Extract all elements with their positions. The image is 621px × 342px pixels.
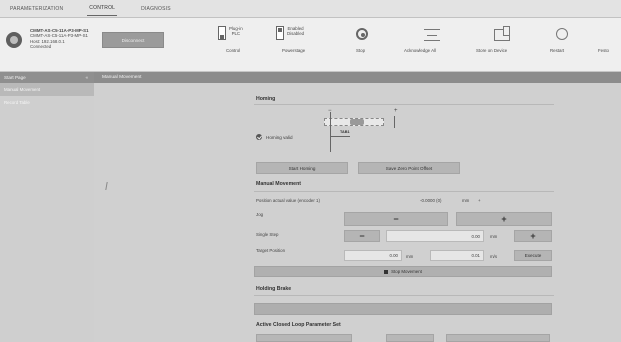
axis-offset-line bbox=[330, 136, 350, 137]
stop-movement-button[interactable]: Stop Movement bbox=[254, 266, 552, 277]
position-unit: mm bbox=[462, 198, 470, 203]
active-closed-loop-title: Active Closed Loop Parameter Set bbox=[256, 322, 341, 328]
homing-title: Homing bbox=[256, 96, 276, 102]
axis-end-line bbox=[394, 116, 395, 128]
axis-diagram: − + TAB1 bbox=[318, 108, 408, 158]
device-info: CMMT-AS-C5-11A-P3-MP-S1 CMMT-AS-C5-11A-P… bbox=[30, 28, 89, 50]
execute-button[interactable]: Execute bbox=[514, 250, 552, 261]
plugin-line2: PLC bbox=[231, 31, 241, 37]
left-panel-header: Start Page « bbox=[0, 72, 94, 83]
jog-minus-button[interactable]: − bbox=[344, 212, 448, 226]
step-size-input[interactable]: 0.00 bbox=[386, 230, 484, 242]
manual-separator bbox=[254, 191, 554, 192]
disconnect-button[interactable]: Disconnect bbox=[102, 32, 164, 48]
device-logo-icon bbox=[6, 32, 22, 48]
acknowledge-all-button[interactable] bbox=[424, 29, 440, 41]
left-item-record-table[interactable]: Record Table bbox=[0, 96, 94, 109]
axis-minus-marker: − bbox=[328, 108, 332, 114]
extra-label: Festo bbox=[598, 48, 609, 53]
collapse-arrow-icon[interactable]: « bbox=[85, 75, 88, 80]
toolbar: CMMT-AS-C5-11A-P3-MP-S1 CMMT-AS-C5-11A-P… bbox=[0, 18, 621, 72]
powerstage-toggle[interactable]: Enabled Disabled bbox=[276, 26, 304, 40]
stop-label: Stop bbox=[356, 48, 366, 53]
stop-square-icon bbox=[384, 269, 389, 274]
store-label: Store on Device bbox=[476, 48, 508, 53]
holding-brake-title: Holding Brake bbox=[256, 286, 292, 292]
powerstage-switch-icon bbox=[276, 26, 284, 40]
homing-separator bbox=[254, 104, 554, 105]
device-status: Connected bbox=[30, 44, 52, 50]
parameter-set-button-1[interactable] bbox=[256, 334, 352, 342]
axis-caption: TAB1 bbox=[340, 130, 350, 134]
stop-movement-label: Stop Movement bbox=[391, 269, 422, 274]
restart-button[interactable] bbox=[556, 28, 568, 40]
homing-valid-status: Homing valid bbox=[256, 134, 293, 140]
parameter-set-button-2[interactable] bbox=[386, 334, 434, 342]
velocity-input[interactable]: 0.01 bbox=[430, 250, 484, 261]
target-position-input[interactable]: 0.00 bbox=[344, 250, 402, 261]
save-zero-point-button[interactable]: Save Zero Point Offset bbox=[358, 162, 460, 174]
manual-movement-title: Manual Movement bbox=[256, 181, 301, 187]
store-on-device-button[interactable] bbox=[494, 26, 510, 41]
left-item-manual-movement[interactable]: Manual Movement bbox=[0, 83, 94, 96]
acknowledge-label: Acknowledge All bbox=[404, 48, 436, 53]
axis-plus-marker: + bbox=[394, 108, 398, 114]
left-panel: Manual Movement Record Table bbox=[0, 83, 94, 342]
velocity-unit: m/s bbox=[490, 254, 498, 259]
target-unit: mm bbox=[406, 254, 414, 259]
powerstage-label: Powerstage bbox=[282, 48, 306, 53]
step-unit: mm bbox=[490, 234, 498, 239]
target-position-label: Target Position bbox=[256, 248, 286, 253]
tab-control[interactable]: CONTROL bbox=[87, 1, 118, 16]
axis-carriage bbox=[350, 119, 364, 125]
tab-parameterization[interactable]: PARAMETERIZATION bbox=[8, 2, 65, 16]
holding-brake-button[interactable] bbox=[254, 303, 552, 315]
jog-plus-button[interactable]: + bbox=[456, 212, 552, 226]
step-minus-button[interactable]: − bbox=[344, 230, 380, 242]
position-plus-icon: + bbox=[478, 198, 481, 203]
restart-label: Restart bbox=[550, 48, 565, 53]
restart-icon bbox=[556, 28, 568, 40]
start-page-link[interactable]: Start Page bbox=[4, 75, 26, 80]
position-label: Position actual value (encoder 1) bbox=[256, 198, 320, 203]
store-icon bbox=[494, 26, 510, 41]
position-value: -0.0000 (0) bbox=[420, 198, 442, 203]
step-plus-button[interactable]: + bbox=[514, 230, 552, 242]
enabled-line2: Disabled bbox=[287, 31, 305, 37]
main-header: Manual Movement bbox=[94, 72, 621, 83]
holding-separator bbox=[254, 295, 554, 296]
top-tab-bar: PARAMETERIZATION CONTROL DIAGNOSIS bbox=[0, 0, 621, 18]
parameter-set-button-3[interactable] bbox=[446, 334, 550, 342]
axis-reference-line bbox=[330, 112, 331, 152]
jog-label: Jog bbox=[256, 212, 264, 217]
check-circle-icon bbox=[256, 134, 262, 140]
plug-icon bbox=[218, 26, 226, 40]
stop-button[interactable] bbox=[356, 28, 368, 40]
homing-valid-label: Homing valid bbox=[266, 134, 293, 140]
acknowledge-icon bbox=[424, 29, 440, 41]
single-step-label: Single Step bbox=[256, 232, 279, 237]
tab-diagnosis[interactable]: DIAGNOSIS bbox=[139, 2, 173, 16]
plugin-control-toggle[interactable]: Plug-in PLC bbox=[218, 26, 243, 40]
plugin-label: Control bbox=[226, 48, 241, 53]
stop-icon bbox=[356, 28, 368, 40]
start-homing-button[interactable]: Start Homing bbox=[256, 162, 348, 174]
